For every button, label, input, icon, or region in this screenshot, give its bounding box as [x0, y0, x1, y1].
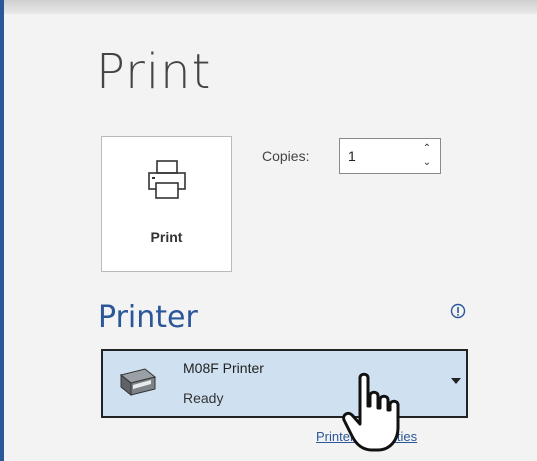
printer-status: Ready: [183, 390, 224, 406]
copies-stepper[interactable]: 1 ⌃ ⌄: [339, 138, 441, 174]
printer-section-title: Printer: [98, 300, 198, 335]
chevron-up-icon[interactable]: ⌃: [420, 142, 434, 156]
print-button-label: Print: [150, 229, 183, 245]
chevron-down-icon[interactable]: ⌄: [420, 156, 434, 170]
printer-name: M08F Printer: [183, 360, 264, 376]
print-button[interactable]: Print: [101, 136, 232, 272]
printer-icon: [148, 160, 186, 199]
backstage-edge: [0, 0, 4, 461]
info-icon[interactable]: [450, 303, 466, 319]
copies-label: Copies:: [262, 148, 310, 164]
dropdown-arrow-icon: [451, 378, 461, 384]
window-top-bar: [0, 0, 537, 14]
printer-device-icon: [119, 368, 157, 397]
copies-value[interactable]: 1: [348, 148, 356, 164]
hand-cursor-icon: [342, 372, 400, 452]
printer-dropdown[interactable]: M08F Printer Ready: [101, 349, 468, 418]
page-title: Print: [96, 44, 212, 100]
